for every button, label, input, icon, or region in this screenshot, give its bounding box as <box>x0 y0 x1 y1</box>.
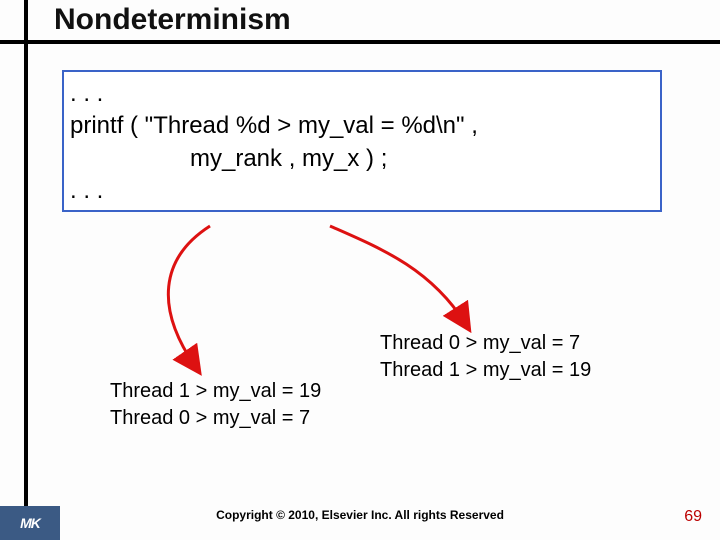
arrow-left <box>140 218 300 388</box>
code-line-2: printf ( "Thread %d > my_val = %d\n" , <box>70 110 652 142</box>
arrow-right <box>310 218 510 348</box>
page-number: 69 <box>684 508 702 526</box>
code-box: . . . printf ( "Thread %d > my_val = %d\… <box>62 70 662 212</box>
output-left: Thread 1 > my_val = 19 Thread 0 > my_val… <box>110 378 321 432</box>
output-right: Thread 0 > my_val = 7 Thread 1 > my_val … <box>380 330 591 384</box>
output-left-line-2: Thread 0 > my_val = 7 <box>110 405 321 432</box>
code-line-1: . . . <box>70 78 652 110</box>
title-underline <box>0 40 720 44</box>
output-left-line-1: Thread 1 > my_val = 19 <box>110 378 321 405</box>
output-right-line-1: Thread 0 > my_val = 7 <box>380 330 591 357</box>
publisher-logo: MK <box>0 506 60 540</box>
code-line-3: my_rank , my_x ) ; <box>70 143 652 175</box>
copyright-text: Copyright © 2010, Elsevier Inc. All righ… <box>0 508 720 522</box>
slide-title: Nondeterminism <box>54 3 291 37</box>
publisher-logo-text: MK <box>20 515 40 531</box>
code-line-4: . . . <box>70 175 652 207</box>
vertical-rule <box>24 0 28 540</box>
output-right-line-2: Thread 1 > my_val = 19 <box>380 357 591 384</box>
